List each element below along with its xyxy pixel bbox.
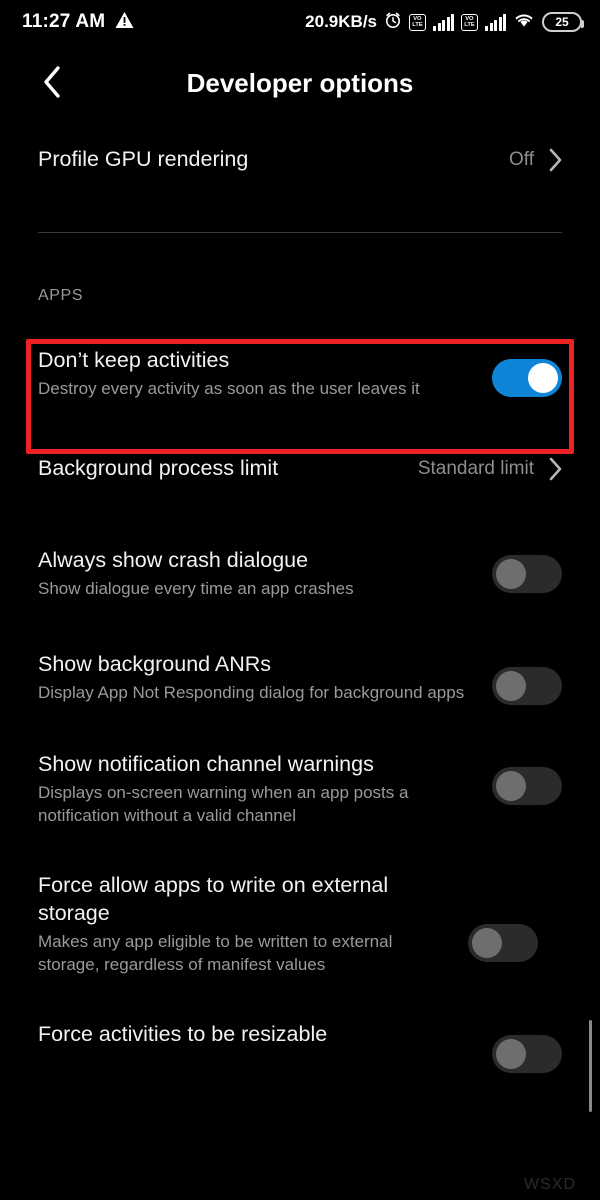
app-bar: Developer options xyxy=(0,52,600,114)
list-item-show-background-anrs[interactable]: Show background ANRs Display App Not Res… xyxy=(0,651,600,707)
list-item-control xyxy=(492,547,562,593)
list-item-show-notification-channel-warnings[interactable]: Show notification channel warnings Displ… xyxy=(0,751,600,828)
toggle-show-notification-channel-warnings[interactable] xyxy=(492,766,562,805)
volte-sim2-icon: VO LTE xyxy=(461,13,478,31)
toggle-thumb xyxy=(496,1039,526,1070)
list-item-title: Force allow apps to write on external st… xyxy=(38,873,389,925)
list-item-control: Off xyxy=(509,146,562,172)
signal-bars-sim2-icon xyxy=(485,13,506,31)
toggle-thumb xyxy=(496,558,526,589)
list-item-force-allow-external-storage[interactable]: Force allow apps to write on external st… xyxy=(0,872,600,977)
list-item-text: Show notification channel warnings Displ… xyxy=(38,751,492,828)
list-item-title: Don’t keep activities xyxy=(38,347,230,372)
settings-list[interactable]: Profile GPU rendering Off APPS Don’t kee… xyxy=(0,128,600,1077)
status-bar-right: 20.9KB/s VO LTE VO LTE 25 xyxy=(305,11,584,34)
list-item-subtitle: Makes any app eligible to be written to … xyxy=(38,932,393,975)
list-item-title: Show notification channel warnings xyxy=(38,751,374,776)
list-item-always-show-crash-dialogue[interactable]: Always show crash dialogue Show dialogue… xyxy=(0,547,600,603)
list-item-subtitle: Display App Not Responding dialog for ba… xyxy=(38,683,465,703)
list-item-background-process-limit[interactable]: Background process limit Standard limit xyxy=(0,447,600,503)
list-item-text: Always show crash dialogue Show dialogue… xyxy=(38,547,492,601)
toggle-dont-keep-activities[interactable] xyxy=(492,358,562,397)
list-item-text: Show background ANRs Display App Not Res… xyxy=(38,651,492,705)
toggle-thumb xyxy=(496,670,526,701)
chevron-right-icon[interactable] xyxy=(548,457,562,481)
chevron-right-icon[interactable] xyxy=(548,148,562,172)
alarm-clock-icon xyxy=(384,11,402,34)
list-item-title: Background process limit xyxy=(38,455,279,480)
list-item-control xyxy=(492,1021,562,1074)
section-header-apps: APPS xyxy=(38,286,84,304)
list-item-text: Background process limit xyxy=(38,455,418,483)
list-item-subtitle: Show dialogue every time an app crashes xyxy=(38,579,354,599)
list-item-subtitle: Destroy every activity as soon as the us… xyxy=(38,379,420,399)
list-item-value: Off xyxy=(509,149,534,170)
list-item-control: Standard limit xyxy=(418,455,562,481)
wifi-icon xyxy=(513,11,535,33)
volte-sim1-icon: VO LTE xyxy=(409,13,426,31)
toggle-force-activities-resizable[interactable] xyxy=(492,1035,562,1074)
toggle-show-background-anrs[interactable] xyxy=(492,666,562,705)
warning-triangle-icon xyxy=(115,11,134,34)
list-item-subtitle: Displays on-screen warning when an app p… xyxy=(38,783,409,826)
list-item-dont-keep-activities[interactable]: Don’t keep activities Destroy every acti… xyxy=(0,333,600,415)
list-item-control xyxy=(492,651,562,705)
battery-level-text: 25 xyxy=(555,15,569,29)
page-title: Developer options xyxy=(186,67,414,98)
list-item-force-activities-resizable[interactable]: Force activities to be resizable xyxy=(0,1021,600,1077)
watermark-text: WSXD xyxy=(524,1176,576,1193)
list-item-title: Force activities to be resizable xyxy=(38,1022,328,1047)
section-divider xyxy=(38,231,562,233)
network-speed-text: 20.9KB/s xyxy=(305,12,377,31)
toggle-thumb xyxy=(528,362,558,393)
scrollbar-thumb[interactable] xyxy=(589,1020,592,1112)
toggle-force-allow-external-storage[interactable] xyxy=(468,924,538,963)
status-bar: 11:27 AM 20.9KB/s VO LTE VO LTE 25 xyxy=(0,0,600,44)
list-item-control xyxy=(468,872,538,963)
toggle-thumb xyxy=(496,770,526,801)
status-bar-clock: 11:27 AM xyxy=(22,11,106,32)
signal-bars-sim1-icon xyxy=(433,13,454,31)
status-bar-left: 11:27 AM xyxy=(22,11,134,34)
battery-indicator: 25 xyxy=(542,12,584,32)
list-item-text: Profile GPU rendering xyxy=(38,146,509,174)
phone-screen: 11:27 AM 20.9KB/s VO LTE VO LTE 25 Devel… xyxy=(0,0,600,1200)
list-item-text: Don’t keep activities Destroy every acti… xyxy=(38,347,492,401)
list-item-control xyxy=(492,347,562,397)
list-item-text: Force allow apps to write on external st… xyxy=(38,872,468,977)
list-item-title: Always show crash dialogue xyxy=(38,547,309,572)
list-item-profile-gpu-rendering[interactable]: Profile GPU rendering Off xyxy=(0,128,600,190)
list-item-title: Show background ANRs xyxy=(38,651,272,676)
list-item-title: Profile GPU rendering xyxy=(38,147,249,171)
list-item-value: Standard limit xyxy=(417,457,534,479)
toggle-thumb xyxy=(472,928,502,959)
list-item-control xyxy=(492,751,562,805)
list-item-text: Force activities to be resizable xyxy=(38,1021,492,1049)
toggle-always-show-crash-dialogue[interactable] xyxy=(492,554,562,593)
